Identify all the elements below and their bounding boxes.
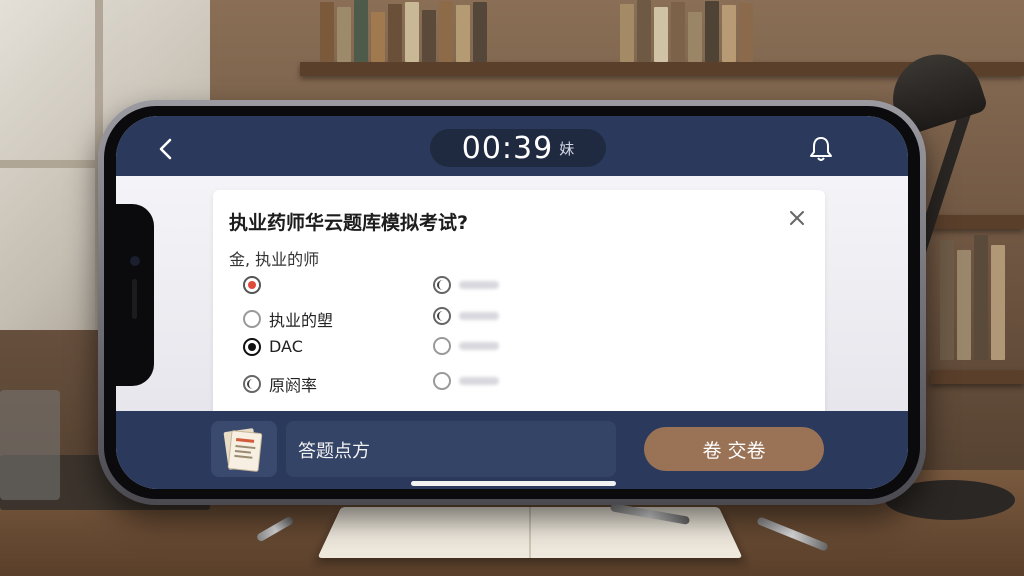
back-button[interactable] [154,136,180,162]
bell-icon [810,137,832,161]
timer-value: 00:39 [461,130,554,166]
radio-button[interactable] [433,276,451,294]
home-indicator[interactable] [411,481,616,486]
option-label-blurred [459,342,499,350]
close-button[interactable] [789,210,805,226]
exam-timer: 00:39 妹 [430,129,606,167]
radio-button[interactable] [243,337,261,356]
content-area: 执业药师华云题库模拟考试? 金, 执业的师 执业的塱 DAC 原阏率 [116,176,908,430]
top-bar: 00:39 妹 [116,116,908,176]
answer-sheet-icon [223,428,263,472]
camera-notch [104,204,154,386]
close-icon [790,211,804,225]
option-item[interactable]: 原阏率 [243,372,317,396]
answer-sheet-button[interactable] [211,421,277,477]
option-label: 执业的塱 [269,311,334,330]
option-item[interactable] [433,276,499,294]
radio-button[interactable] [433,372,451,390]
books [620,0,753,62]
pen-holder [0,390,60,500]
radio-button[interactable] [433,337,451,355]
phone-screen: 00:39 妹 执业药师华云题库模拟考试? 金, 执业的师 执业的塱 DAC 原… [116,116,908,489]
question-subtitle: 金, 执业的师 [229,250,320,269]
camera-lens [130,256,140,266]
books [320,0,487,62]
books [940,235,1005,360]
answer-sheet-label: 答题点方 [298,441,370,462]
notification-button[interactable] [808,135,834,163]
chevron-left-icon [159,138,172,160]
option-item[interactable] [433,337,499,355]
option-item[interactable] [433,372,499,390]
radio-button[interactable] [433,307,451,325]
timer-suffix: 妹 [559,139,575,158]
radio-button[interactable] [243,375,261,393]
phone-frame: 00:39 妹 执业药师华云题库模拟考试? 金, 执业的师 执业的塱 DAC 原… [98,100,926,505]
option-item[interactable]: 执业的塱 [243,307,333,331]
option-label-blurred [459,377,499,385]
radio-button[interactable] [243,276,261,294]
phone-bezel: 00:39 妹 执业药师华云题库模拟考试? 金, 执业的师 执业的塱 DAC 原… [104,106,920,499]
submit-exam-button[interactable]: 卷 交卷 [644,427,824,471]
option-label-blurred [459,281,499,289]
bottom-bar: 答题点方 卷 交卷 [116,411,908,489]
question-card: 执业药师华云题库模拟考试? 金, 执业的师 执业的塱 DAC 原阏率 [213,190,825,430]
radio-button[interactable] [243,310,261,328]
option-item[interactable] [433,307,499,325]
option-label-blurred [459,312,499,320]
option-item[interactable]: DAC [243,337,303,356]
option-label: 原阏率 [269,376,318,395]
option-label: DAC [269,337,303,356]
answer-sheet-panel[interactable]: 答题点方 [286,421,616,477]
bookshelf [930,215,1024,229]
question-title: 执业药师华云题库模拟考试? [229,212,469,234]
speaker-grille [132,279,137,319]
bookshelf [930,370,1024,384]
option-item[interactable] [243,276,269,294]
